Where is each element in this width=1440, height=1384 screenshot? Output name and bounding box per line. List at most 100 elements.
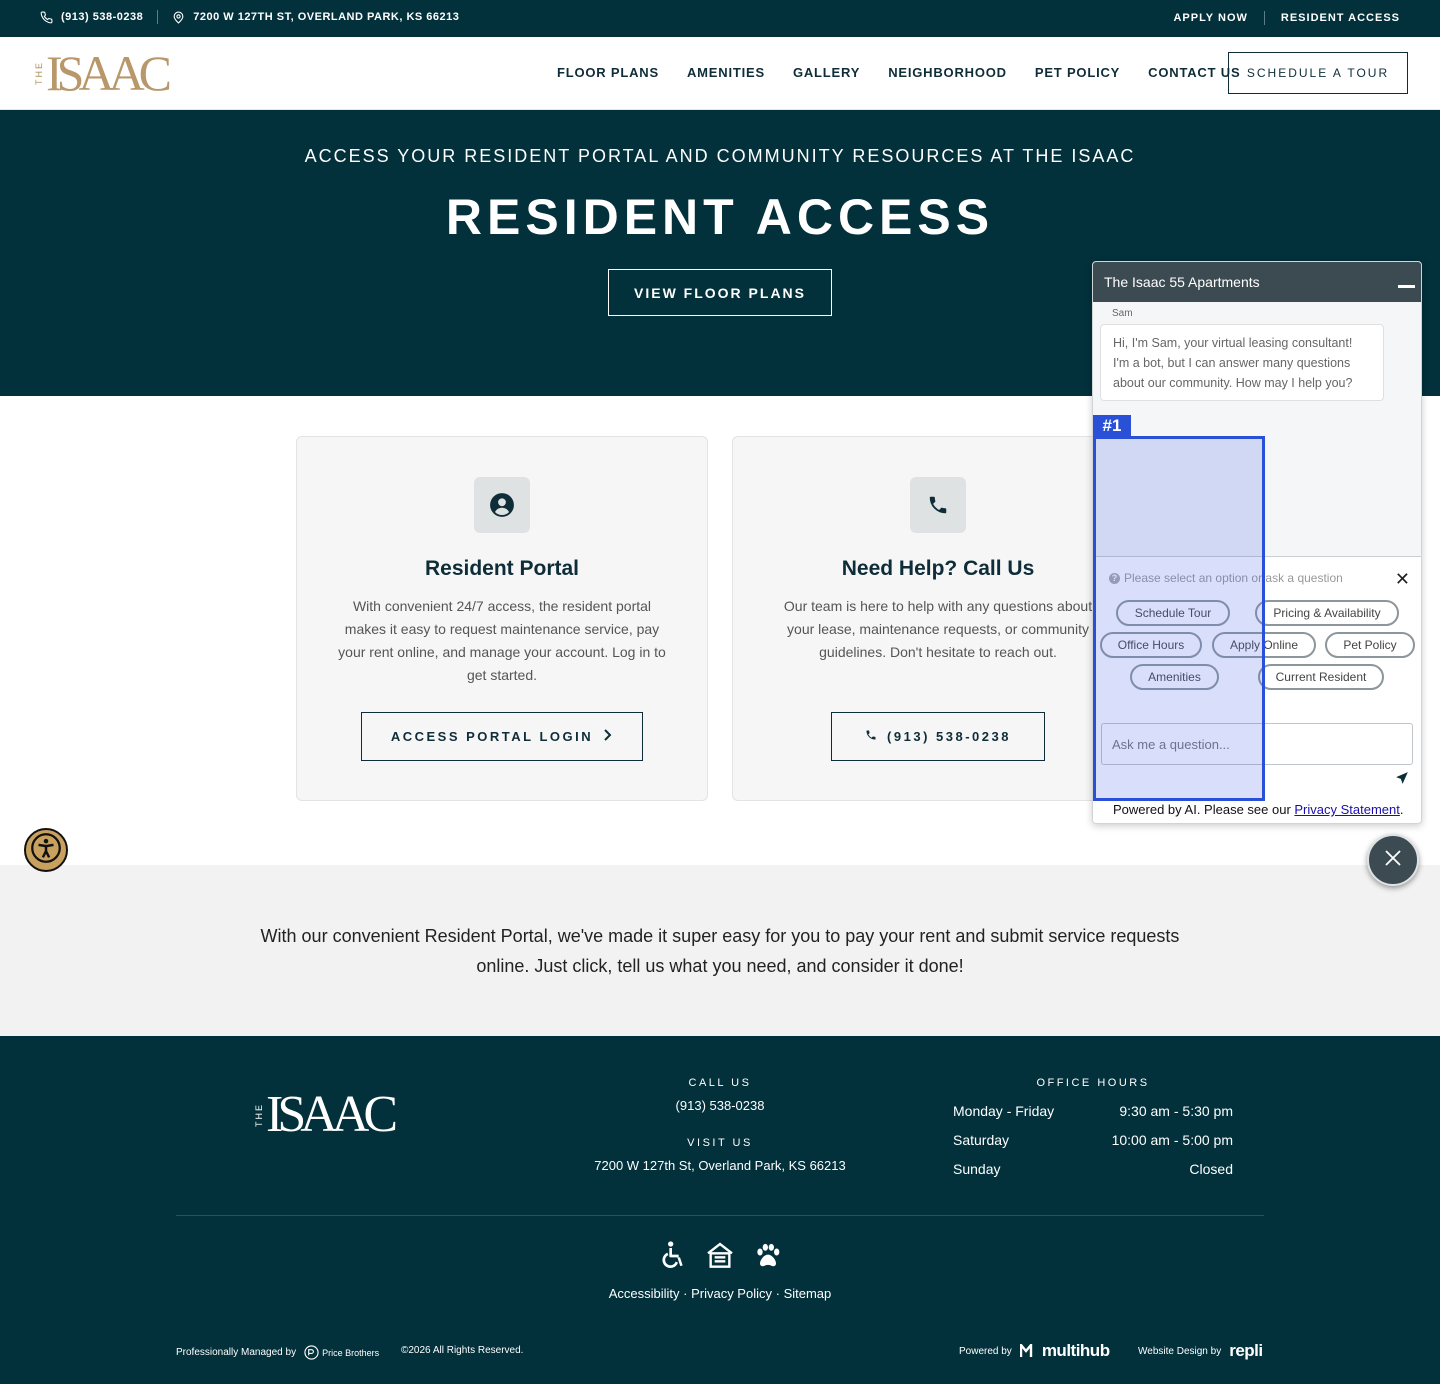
send-icon[interactable]: [1395, 771, 1409, 790]
logo-the: THE: [34, 61, 44, 85]
copyright: ©2026 All Rights Reserved.: [401, 1345, 523, 1356]
managed-by-label: Professionally Managed by: [176, 1347, 297, 1358]
price-brothers-logo[interactable]: Price Brothers: [304, 1345, 379, 1360]
button-label: (913) 538-0238: [887, 729, 1011, 744]
site-header: THE ISAAC FLOOR PLANS AMENITIES GALLERY …: [0, 37, 1440, 110]
info-strip: With our convenient Resident Portal, we'…: [0, 865, 1440, 1036]
footer-compliance-icons: [656, 1240, 784, 1277]
card-text: Our team is here to help with any questi…: [783, 598, 1093, 660]
office-hours-heading: OFFICE HOURS: [1036, 1077, 1150, 1089]
nav-amenities[interactable]: AMENITIES: [687, 65, 765, 80]
nav-pet-policy[interactable]: PET POLICY: [1035, 65, 1120, 80]
privacy-policy-link[interactable]: Privacy Policy: [691, 1286, 772, 1301]
call-phone-button[interactable]: (913) 538-0238: [831, 712, 1045, 761]
card-text: With convenient 24/7 access, the residen…: [338, 598, 666, 683]
accessibility-link[interactable]: Accessibility: [609, 1286, 680, 1301]
design-by-label: Website Design by: [1138, 1345, 1222, 1357]
card-title: Need Help? Call Us: [841, 557, 1035, 580]
hours-day: Saturday: [953, 1132, 1010, 1148]
chat-minimize-button[interactable]: [1392, 262, 1420, 302]
accessibility-widget-button[interactable]: [24, 828, 68, 872]
user-circle-icon: [474, 477, 530, 533]
hours-time: 9:30 am - 5:30 pm: [1119, 1103, 1233, 1119]
button-label: ACCESS PORTAL LOGIN: [390, 729, 594, 744]
footer-contact: CALL US (913) 538-0238 VISIT US 7200 W 1…: [560, 1077, 880, 1173]
access-portal-login-button[interactable]: ACCESS PORTAL LOGIN: [361, 712, 643, 761]
phone-icon: [865, 729, 877, 744]
copyright-text: ©2026 All Rights Reserved.: [401, 1345, 524, 1356]
office-hours: OFFICE HOURS Monday - Friday 9:30 am - 5…: [953, 1077, 1233, 1190]
site-footer: THE ISAAC CALL US (913) 538-0238 VISIT U…: [0, 1036, 1440, 1384]
main-nav: FLOOR PLANS AMENITIES GALLERY NEIGHBORHO…: [557, 65, 1240, 80]
topbar-phone-link[interactable]: (913) 538-0238: [61, 11, 143, 23]
wheelchair-icon: [656, 1240, 688, 1277]
footer-phone-link[interactable]: (913) 538-0238: [560, 1098, 880, 1113]
logo-the: THE: [254, 1103, 264, 1127]
hours-row: Sunday Closed: [953, 1161, 1233, 1190]
phone-icon: [910, 477, 966, 533]
chat-title: The Isaac 55 Apartments: [1104, 274, 1260, 290]
managed-by: Professionally Managed by Price Brothers: [176, 1345, 379, 1360]
footer-logo[interactable]: THE ISAAC: [254, 1086, 398, 1143]
info-text: With our convenient Resident Portal, we'…: [260, 926, 1180, 976]
hours-row: Monday - Friday 9:30 am - 5:30 pm: [953, 1103, 1233, 1132]
message-sender: Sam: [1112, 308, 1133, 319]
link-separator: ·: [679, 1286, 692, 1301]
phone-icon: [40, 11, 53, 24]
powered-by-label: Powered by: [959, 1345, 1012, 1357]
hours-day: Monday - Friday: [953, 1103, 1055, 1119]
nav-neighborhood[interactable]: NEIGHBORHOOD: [888, 65, 1007, 80]
accessibility-person-icon: [31, 832, 61, 868]
location-pin-icon: [172, 11, 185, 24]
chevron-right-icon: [603, 729, 613, 744]
annotation-highlight-box: [1093, 436, 1265, 801]
hours-time: Closed: [1189, 1161, 1233, 1177]
visit-us-heading: VISIT US: [687, 1137, 753, 1149]
repli-logo[interactable]: repli: [1229, 1341, 1263, 1361]
close-icon: [1384, 849, 1402, 872]
call-us-heading: CALL US: [688, 1077, 752, 1089]
sitemap-link[interactable]: Sitemap: [784, 1286, 832, 1301]
hero-eyebrow: ACCESS YOUR RESIDENT PORTAL AND COMMUNIT…: [304, 146, 1136, 166]
top-bar: (913) 538-0238 7200 W 127TH ST, OVERLAND…: [0, 0, 1440, 37]
privacy-statement-link[interactable]: Privacy Statement: [1294, 802, 1400, 817]
chat-header: The Isaac 55 Apartments: [1093, 262, 1421, 302]
hours-day: Sunday: [953, 1161, 1001, 1177]
resident-portal-card: Resident Portal With convenient 24/7 acc…: [296, 436, 708, 801]
bot-message: Hi, I'm Sam, your virtual leasing consul…: [1100, 324, 1384, 401]
card-title: Resident Portal: [424, 557, 580, 580]
call-us-card: Need Help? Call Us Our team is here to h…: [732, 436, 1144, 801]
link-separator: ·: [772, 1286, 784, 1301]
footer-address-link[interactable]: 7200 W 127th St, Overland Park, KS 66213: [560, 1158, 880, 1173]
apply-now-link[interactable]: APPLY NOW: [1173, 12, 1247, 24]
topbar-address-link[interactable]: 7200 W 127TH ST, OVERLAND PARK, KS 66213: [193, 11, 459, 23]
page-title: RESIDENT ACCESS: [445, 189, 995, 245]
footer-divider: [176, 1215, 1264, 1216]
option-pricing-availability[interactable]: Pricing & Availability: [1255, 600, 1399, 626]
schedule-tour-button[interactable]: SCHEDULE A TOUR: [1228, 52, 1408, 94]
nav-gallery[interactable]: GALLERY: [793, 65, 860, 80]
multihub-logo[interactable]: multihub: [1019, 1341, 1110, 1361]
minimize-icon: [1397, 284, 1415, 288]
option-pet-policy[interactable]: Pet Policy: [1325, 632, 1415, 658]
resident-access-link[interactable]: RESIDENT ACCESS: [1281, 12, 1400, 24]
site-logo[interactable]: THE ISAAC: [34, 48, 172, 98]
footer-links: Accessibility · Privacy Policy · Sitemap: [0, 1286, 1440, 1301]
nav-contact-us[interactable]: CONTACT US: [1148, 65, 1240, 80]
paw-icon: [752, 1240, 784, 1277]
hours-time: 10:00 am - 5:00 pm: [1111, 1132, 1233, 1148]
divider: [1263, 11, 1265, 25]
nav-floor-plans[interactable]: FLOOR PLANS: [557, 65, 659, 80]
powered-by: Powered by multihub: [959, 1341, 1110, 1361]
logo-wordmark: ISAAC: [266, 1086, 398, 1143]
chat-disclaimer: Powered by AI. Please see our Privacy St…: [1113, 802, 1404, 817]
divider: [157, 10, 159, 24]
annotation-label: #1: [1093, 415, 1131, 437]
close-options-icon[interactable]: ✕: [1395, 569, 1410, 590]
hours-row: Saturday 10:00 am - 5:00 pm: [953, 1132, 1233, 1161]
equal-housing-icon: [704, 1240, 736, 1277]
view-floor-plans-button[interactable]: VIEW FLOOR PLANS: [608, 269, 832, 316]
option-current-resident[interactable]: Current Resident: [1258, 664, 1384, 690]
website-design: Website Design by repli: [1138, 1341, 1263, 1361]
chat-close-button[interactable]: [1367, 834, 1419, 886]
